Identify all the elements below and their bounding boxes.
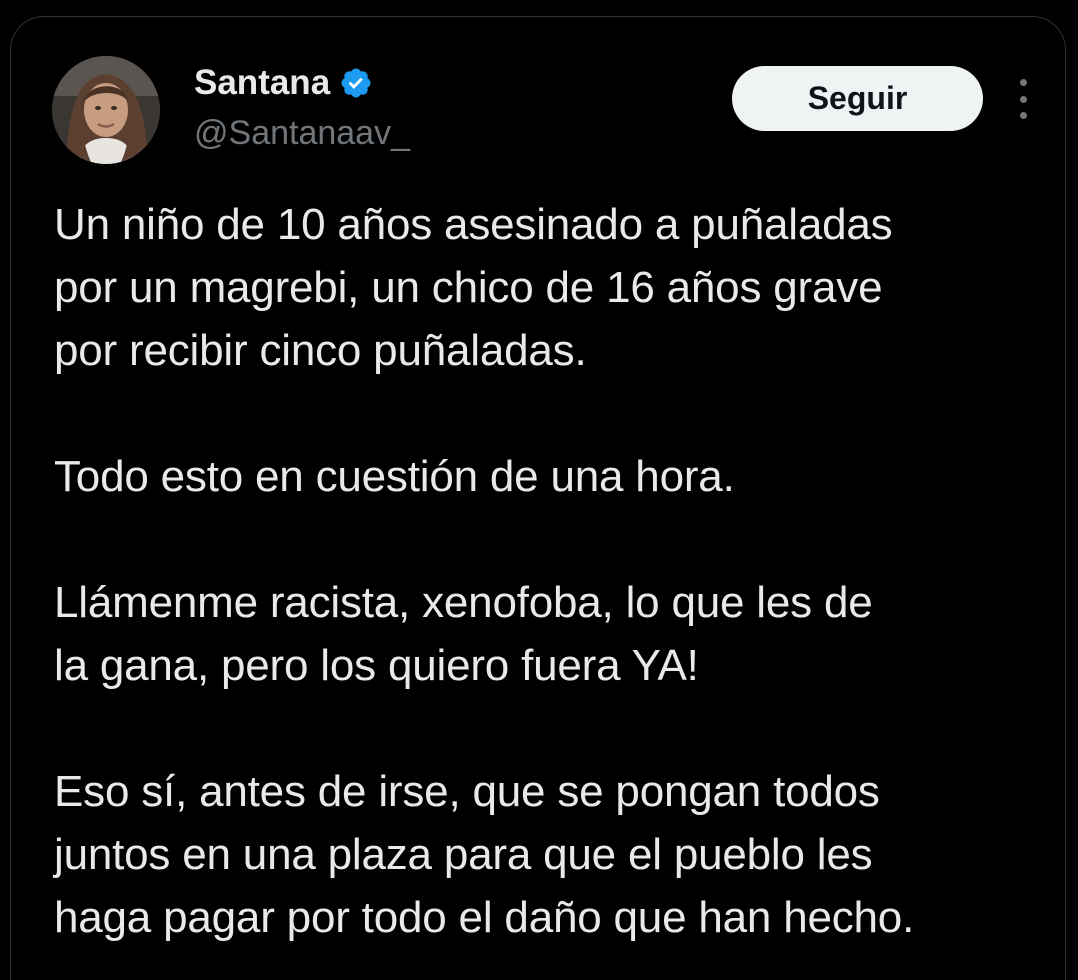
verified-badge-icon[interactable] — [339, 66, 373, 100]
author-name[interactable]: Santana — [194, 61, 330, 105]
author-name-row: Santana — [194, 61, 373, 105]
more-options-icon[interactable] — [1009, 79, 1037, 119]
tweet-paragraph: Llámenme racista, xenofoba, lo que les d… — [54, 578, 873, 690]
more-dot — [1019, 112, 1027, 119]
more-dot — [1019, 95, 1027, 103]
follow-button[interactable]: Seguir — [732, 66, 983, 131]
tweet-text: Un niño de 10 años asesinado a puñaladas… — [54, 193, 1054, 949]
author-handle[interactable]: @Santanaav_ — [194, 111, 410, 155]
tweet-paragraph: Un niño de 10 años asesinado a puñaladas… — [54, 200, 893, 375]
tweet-paragraph: Eso sí, antes de irse, que se pongan tod… — [54, 767, 915, 942]
more-dot — [1019, 79, 1027, 86]
avatar-photo-icon — [52, 56, 160, 164]
tweet-paragraph: Todo esto en cuestión de una hora. — [54, 452, 735, 501]
avatar[interactable] — [52, 56, 160, 164]
tweet-card: Santana @Santanaav_ Seguir Un niño de 10… — [10, 16, 1066, 980]
